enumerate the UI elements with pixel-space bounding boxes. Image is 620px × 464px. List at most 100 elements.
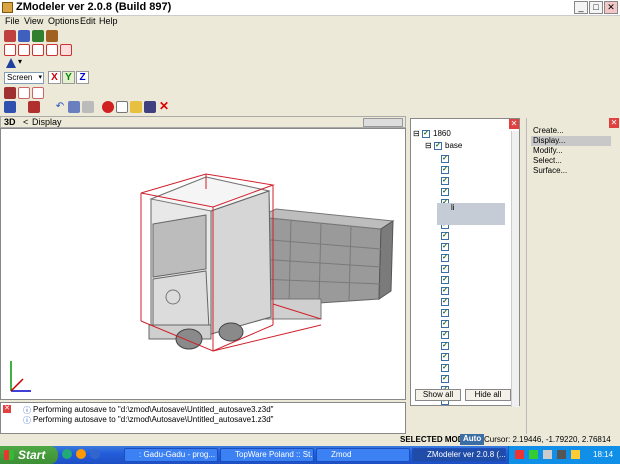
menu-surface[interactable]: Surface... [531,166,611,176]
tree-checkbox[interactable]: ✓ [441,331,449,339]
minimize-button[interactable]: _ [574,1,588,14]
tree-checkbox[interactable]: ✓ [441,375,449,383]
start-button[interactable]: Start [0,446,58,464]
menu-edit[interactable]: Edit [80,16,96,26]
axis-free-icon[interactable] [32,87,44,99]
properties-icon[interactable] [68,101,80,113]
export-icon[interactable] [28,101,40,113]
menu-help[interactable]: Help [99,16,118,26]
tree-checkbox[interactable]: ✓ [441,276,449,284]
tray-icon[interactable] [557,450,566,459]
rotate-tool-icon[interactable] [32,30,44,42]
status-cursor: Cursor: 2.19446, -1.79220, 2.76814 [484,435,611,444]
status-auto[interactable]: Auto [460,434,485,445]
object-tool-icon[interactable] [60,44,72,56]
tree-scrollbar[interactable] [511,131,519,407]
tree-checkbox[interactable]: ✓ [441,155,449,163]
taskbar-item[interactable]: ZModeler ver 2.0.8 (... [412,448,506,462]
save-icon[interactable] [144,101,156,113]
expand-icon[interactable]: ⊟ [425,141,432,150]
tree-checkbox[interactable]: ✓ [441,364,449,372]
rear-wheel [218,322,244,342]
close-icon[interactable]: ✕ [3,405,11,413]
tray-icon[interactable] [543,450,552,459]
render-icon[interactable] [102,101,114,113]
menu-modify[interactable]: Modify... [531,146,611,156]
axis-x-button[interactable]: X [48,71,61,84]
toolbar-row-4: Screen ▾ X Y Z [0,71,620,86]
3d-viewport[interactable] [0,128,406,400]
menu-options[interactable]: Options [48,16,79,26]
viewport-back-button[interactable]: < [23,117,28,127]
box-tool-icon[interactable] [4,44,16,56]
menu-view[interactable]: View [24,16,43,26]
cylinder-tool-icon[interactable] [32,44,44,56]
import-icon[interactable] [4,101,16,113]
quicklaunch-icon[interactable] [62,449,72,459]
snap-icon[interactable] [4,87,16,99]
close-icon[interactable]: ✕ [509,119,519,129]
log-line: Performing autosave to "d:\zmod\Autosave… [33,415,274,424]
tree-checkbox[interactable]: ✓ [441,254,449,262]
undo-icon[interactable]: ↶ [54,101,66,113]
sphere-tool-icon[interactable] [18,44,30,56]
title-bar: ZModeler ver 2.0.8 (Build 897) _ □ ✕ [0,0,620,16]
tray-icon[interactable] [515,450,524,459]
close-button[interactable]: ✕ [604,1,618,14]
cargo-side [378,220,394,300]
select-tool-icon[interactable] [4,30,16,42]
maximize-button[interactable]: □ [589,1,603,14]
taskbar-item[interactable]: : Gadu-Gadu - prog... [124,448,218,462]
tree-checkbox[interactable]: ✓ [441,232,449,240]
coord-system-value: Screen [7,73,33,82]
quicklaunch-icon[interactable] [76,449,86,459]
chevron-down-icon[interactable]: ▾ [18,57,22,66]
delete-icon[interactable]: ✕ [158,100,170,113]
tree-checkbox[interactable]: ✓ [441,177,449,185]
redo-icon[interactable] [82,101,94,113]
menu-file[interactable]: File [5,16,20,26]
viewport-name: Display [32,117,62,127]
tree-checkbox[interactable]: ✓ [441,166,449,174]
tree-checkbox[interactable]: ✓ [441,320,449,328]
tree-checkbox[interactable]: ✓ [441,265,449,273]
hide-all-button[interactable]: Hide all [465,389,511,401]
tree-item-label[interactable]: li [451,203,455,212]
toolbar-row-2 [0,43,620,57]
tree-checkbox[interactable]: ✓ [441,353,449,361]
tree-checkbox[interactable]: ✓ [441,342,449,350]
tree-checkbox[interactable]: ✓ [441,309,449,317]
viewport-mode-label[interactable]: 3D [4,117,16,127]
taskbar-item[interactable]: TopWare Poland :: St... [220,448,314,462]
mode-triangle-icon[interactable] [6,58,16,68]
viewport-zoom-controls[interactable] [363,118,403,127]
plane-tool-icon[interactable] [46,44,58,56]
menu-bar: File View Options Edit Help [0,16,620,28]
tray-icon[interactable] [529,450,538,459]
axis-lock-icon[interactable] [18,87,30,99]
tree-checkbox[interactable]: ✓ [441,287,449,295]
tree-checkbox[interactable]: ✓ [441,243,449,251]
toolbar-row-1 [0,29,620,43]
menu-create[interactable]: Create... [531,126,611,136]
tree-checkbox-base[interactable]: ✓ [434,142,442,150]
tray-icon[interactable] [571,450,580,459]
tree-checkbox[interactable]: ✓ [441,188,449,196]
tree-root-label[interactable]: 1860 [433,129,451,138]
coord-system-select[interactable]: Screen ▾ [4,72,44,84]
move-tool-icon[interactable] [18,30,30,42]
menu-select[interactable]: Select... [531,156,611,166]
expand-icon[interactable]: ⊟ [413,129,420,138]
tree-checkbox[interactable]: ✓ [441,298,449,306]
axis-z-button[interactable]: Z [76,71,89,84]
taskbar-item[interactable]: Zmod [316,448,410,462]
scale-tool-icon[interactable] [46,30,58,42]
new-file-icon[interactable] [116,101,128,113]
show-all-button[interactable]: Show all [415,389,461,401]
axis-y-button[interactable]: Y [62,71,75,84]
tree-checkbox-root[interactable]: ✓ [422,130,430,138]
menu-display[interactable]: Display... [531,136,611,146]
tree-base-label[interactable]: base [445,141,462,150]
open-folder-icon[interactable] [130,101,142,113]
quicklaunch-icon[interactable] [90,449,100,459]
